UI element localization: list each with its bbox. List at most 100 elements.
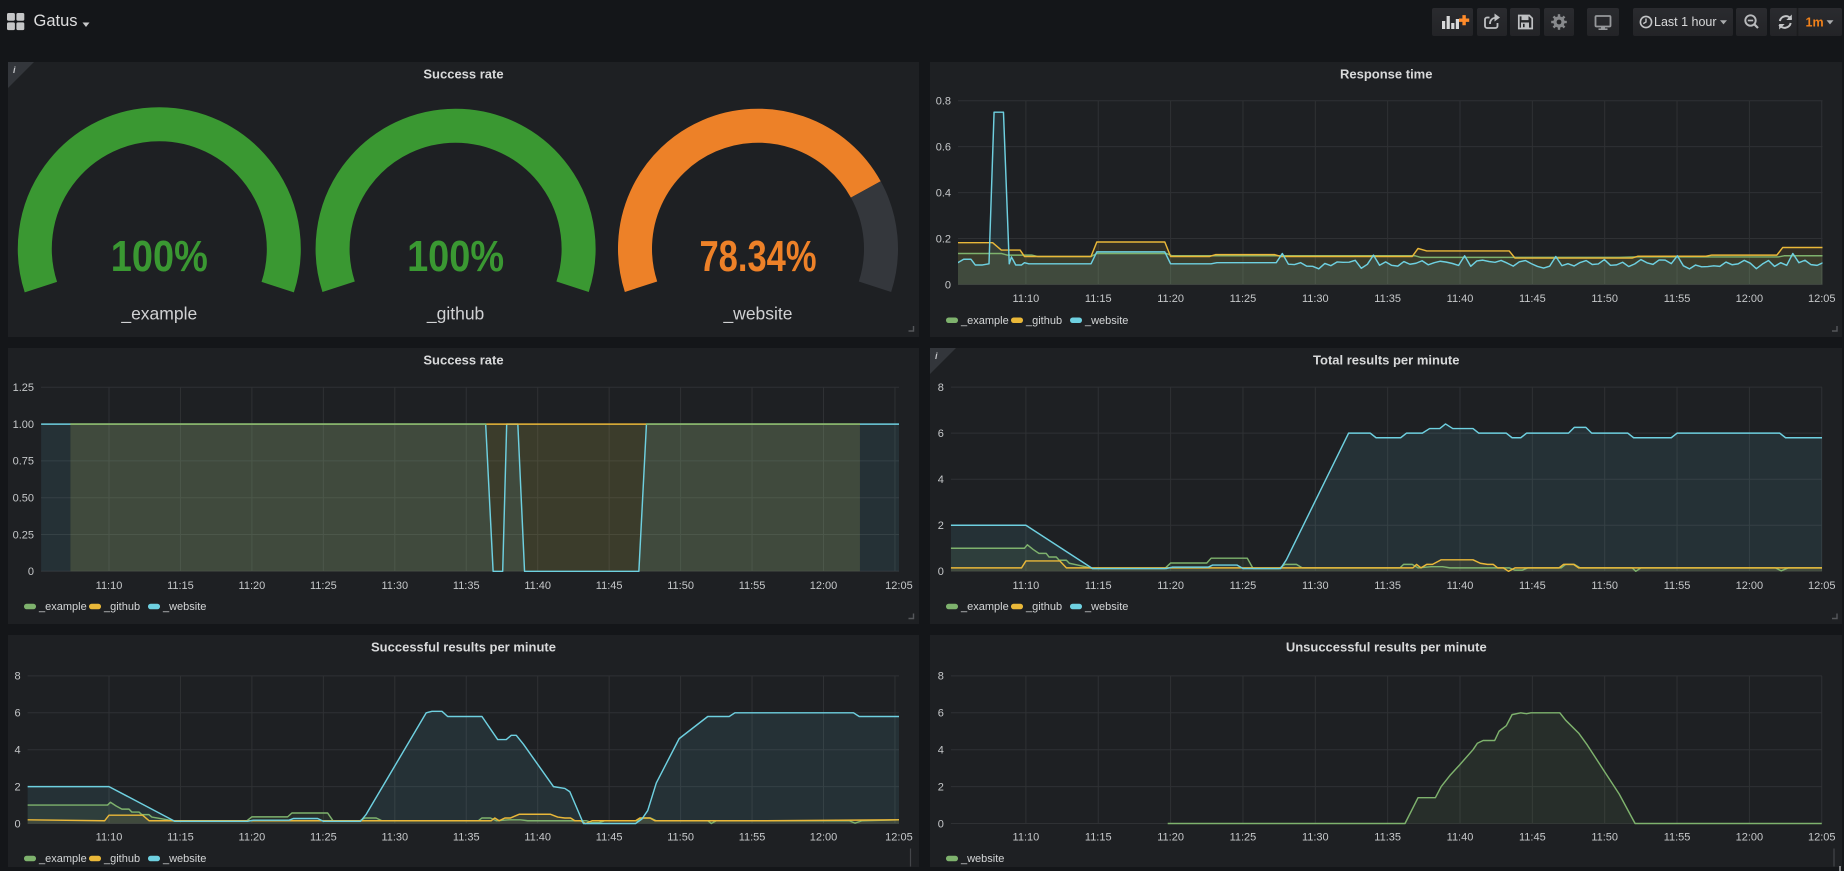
svg-text:Response time: Response time (1340, 67, 1432, 82)
svg-text:12:05: 12:05 (1807, 293, 1835, 305)
svg-text:11:50: 11:50 (1591, 293, 1618, 305)
svg-text:11:40: 11:40 (524, 831, 551, 843)
svg-text:11:55: 11:55 (1663, 293, 1690, 305)
svg-text:_example: _example (38, 601, 87, 613)
svg-text:Successful results per minute: Successful results per minute (371, 639, 556, 654)
svg-text:0.2: 0.2 (935, 233, 950, 245)
svg-text:11:50: 11:50 (1591, 579, 1618, 591)
svg-text:11:45: 11:45 (596, 831, 623, 843)
svg-text:11:40: 11:40 (1446, 579, 1473, 591)
svg-text:_website: _website (1084, 601, 1128, 613)
svg-text:11:55: 11:55 (1663, 831, 1690, 843)
svg-text:2: 2 (14, 781, 20, 793)
svg-text:11:30: 11:30 (381, 579, 408, 591)
svg-text:11:30: 11:30 (1301, 293, 1328, 305)
svg-text:11:50: 11:50 (667, 831, 694, 843)
svg-text:11:25: 11:25 (1229, 831, 1256, 843)
svg-text:11:20: 11:20 (239, 579, 266, 591)
svg-text:11:30: 11:30 (1301, 579, 1328, 591)
svg-text:11:40: 11:40 (524, 579, 551, 591)
svg-text:11:45: 11:45 (1518, 579, 1545, 591)
svg-text:_website: _website (162, 601, 206, 613)
svg-text:11:10: 11:10 (1012, 831, 1039, 843)
svg-text:11:20: 11:20 (1157, 579, 1184, 591)
svg-text:4: 4 (937, 474, 943, 486)
svg-text:6: 6 (937, 707, 943, 719)
svg-text:_example: _example (120, 304, 197, 325)
svg-text:1m: 1m (1806, 15, 1824, 29)
svg-text:Unsuccessful results per minut: Unsuccessful results per minute (1285, 639, 1486, 654)
svg-text:11:15: 11:15 (1084, 831, 1111, 843)
svg-text:4: 4 (937, 744, 943, 756)
svg-text:_github: _github (426, 304, 484, 325)
svg-text:_website: _website (960, 853, 1004, 865)
svg-text:11:25: 11:25 (310, 831, 337, 843)
svg-text:11:20: 11:20 (239, 831, 266, 843)
svg-text:_github: _github (103, 601, 140, 613)
svg-text:11:10: 11:10 (96, 579, 123, 591)
svg-text:0: 0 (14, 818, 20, 830)
svg-text:11:25: 11:25 (1229, 579, 1256, 591)
svg-text:_example: _example (960, 601, 1009, 613)
svg-text:11:10: 11:10 (1012, 293, 1039, 305)
svg-text:11:55: 11:55 (1663, 579, 1690, 591)
svg-text:4: 4 (14, 744, 20, 756)
svg-text:11:15: 11:15 (1084, 579, 1111, 591)
svg-text:12:05: 12:05 (885, 579, 913, 591)
svg-text:100%: 100% (111, 232, 208, 281)
svg-text:12:00: 12:00 (1735, 831, 1763, 843)
svg-text:_github: _github (1025, 315, 1062, 327)
svg-text:0: 0 (944, 279, 950, 291)
svg-text:11:30: 11:30 (381, 831, 408, 843)
svg-text:8: 8 (937, 381, 943, 393)
svg-text:11:35: 11:35 (453, 831, 480, 843)
svg-text:_example: _example (960, 315, 1009, 327)
svg-text:_website: _website (722, 304, 792, 325)
svg-text:0: 0 (28, 566, 34, 578)
svg-text:Last 1 hour: Last 1 hour (1654, 15, 1717, 29)
svg-text:12:00: 12:00 (810, 831, 838, 843)
svg-text:0.75: 0.75 (13, 455, 34, 467)
svg-text:Total results per minute: Total results per minute (1313, 352, 1459, 367)
svg-text:12:00: 12:00 (1735, 579, 1763, 591)
svg-text:6: 6 (14, 707, 20, 719)
svg-text:11:10: 11:10 (1012, 579, 1039, 591)
svg-text:11:55: 11:55 (739, 831, 766, 843)
svg-text:11:50: 11:50 (667, 579, 694, 591)
svg-text:11:35: 11:35 (1374, 831, 1401, 843)
svg-text:8: 8 (14, 670, 20, 682)
svg-text:1.00: 1.00 (13, 418, 34, 430)
svg-text:11:35: 11:35 (1374, 293, 1401, 305)
svg-text:Success rate: Success rate (423, 352, 503, 367)
svg-text:11:45: 11:45 (1518, 293, 1545, 305)
svg-text:11:40: 11:40 (1446, 831, 1473, 843)
svg-text:1.25: 1.25 (13, 382, 34, 394)
svg-text:11:20: 11:20 (1157, 293, 1184, 305)
svg-text:11:35: 11:35 (453, 579, 480, 591)
svg-text:_example: _example (38, 853, 87, 865)
svg-text:11:35: 11:35 (1374, 579, 1401, 591)
svg-text:11:20: 11:20 (1157, 831, 1184, 843)
svg-text:0.50: 0.50 (13, 492, 34, 504)
svg-text:0.6: 0.6 (935, 141, 950, 153)
svg-text:12:00: 12:00 (810, 579, 838, 591)
svg-text:_github: _github (1025, 601, 1062, 613)
svg-text:11:15: 11:15 (1084, 293, 1111, 305)
svg-text:11:15: 11:15 (167, 831, 194, 843)
svg-text:6: 6 (937, 427, 943, 439)
svg-text:_website: _website (162, 853, 206, 865)
svg-text:11:40: 11:40 (1446, 293, 1473, 305)
svg-text:0: 0 (937, 818, 943, 830)
svg-text:11:25: 11:25 (1229, 293, 1256, 305)
svg-text:11:10: 11:10 (96, 831, 123, 843)
svg-text:100%: 100% (407, 232, 504, 281)
svg-text:2: 2 (937, 781, 943, 793)
svg-text:0.4: 0.4 (935, 187, 950, 199)
svg-text:12:00: 12:00 (1735, 293, 1763, 305)
svg-text:11:25: 11:25 (310, 579, 337, 591)
svg-text:0: 0 (937, 566, 943, 578)
svg-text:_github: _github (103, 853, 140, 865)
svg-text:12:05: 12:05 (885, 831, 913, 843)
svg-text:11:15: 11:15 (167, 579, 194, 591)
svg-text:0.8: 0.8 (935, 96, 950, 108)
